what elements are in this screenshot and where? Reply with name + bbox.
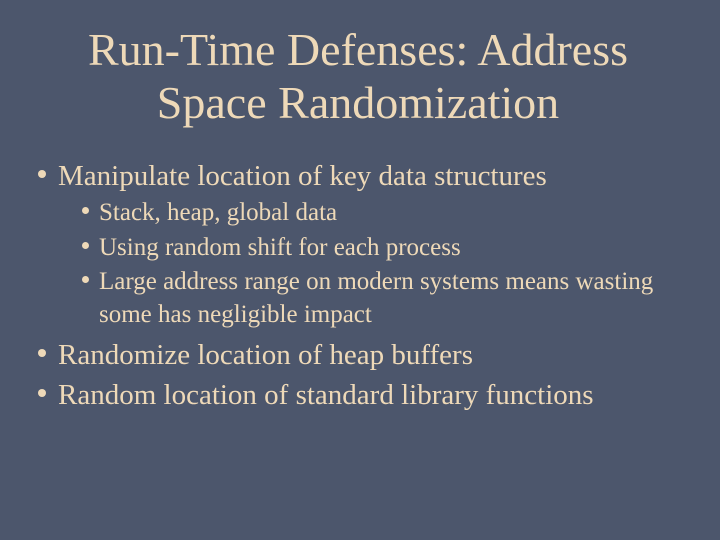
list-item: Stack, heap, global data — [82, 197, 684, 230]
list-item: Manipulate location of key data structur… — [38, 158, 684, 196]
bullet-text: Randomize location of heap buffers — [58, 337, 473, 375]
slide-title: Run-Time Defenses: Address Space Randomi… — [32, 24, 684, 130]
bullet-text: Manipulate location of key data structur… — [58, 158, 547, 196]
bullet-icon — [82, 276, 89, 283]
bullet-text: Stack, heap, global data — [99, 197, 337, 230]
list-item: Randomize location of heap buffers — [38, 337, 684, 375]
bullet-icon — [38, 349, 46, 357]
list-item: Using random shift for each process — [82, 232, 684, 265]
bullet-icon — [38, 170, 46, 178]
list-item: Large address range on modern systems me… — [82, 266, 684, 331]
bullet-icon — [82, 242, 89, 249]
bullet-text: Random location of standard library func… — [58, 377, 594, 415]
bullet-list: Manipulate location of key data structur… — [32, 158, 684, 415]
list-item: Random location of standard library func… — [38, 377, 684, 415]
bullet-text: Large address range on modern systems me… — [99, 266, 684, 331]
bullet-icon — [38, 389, 46, 397]
sub-list: Stack, heap, global data Using random sh… — [82, 197, 684, 331]
bullet-icon — [82, 207, 89, 214]
bullet-text: Using random shift for each process — [99, 232, 461, 265]
